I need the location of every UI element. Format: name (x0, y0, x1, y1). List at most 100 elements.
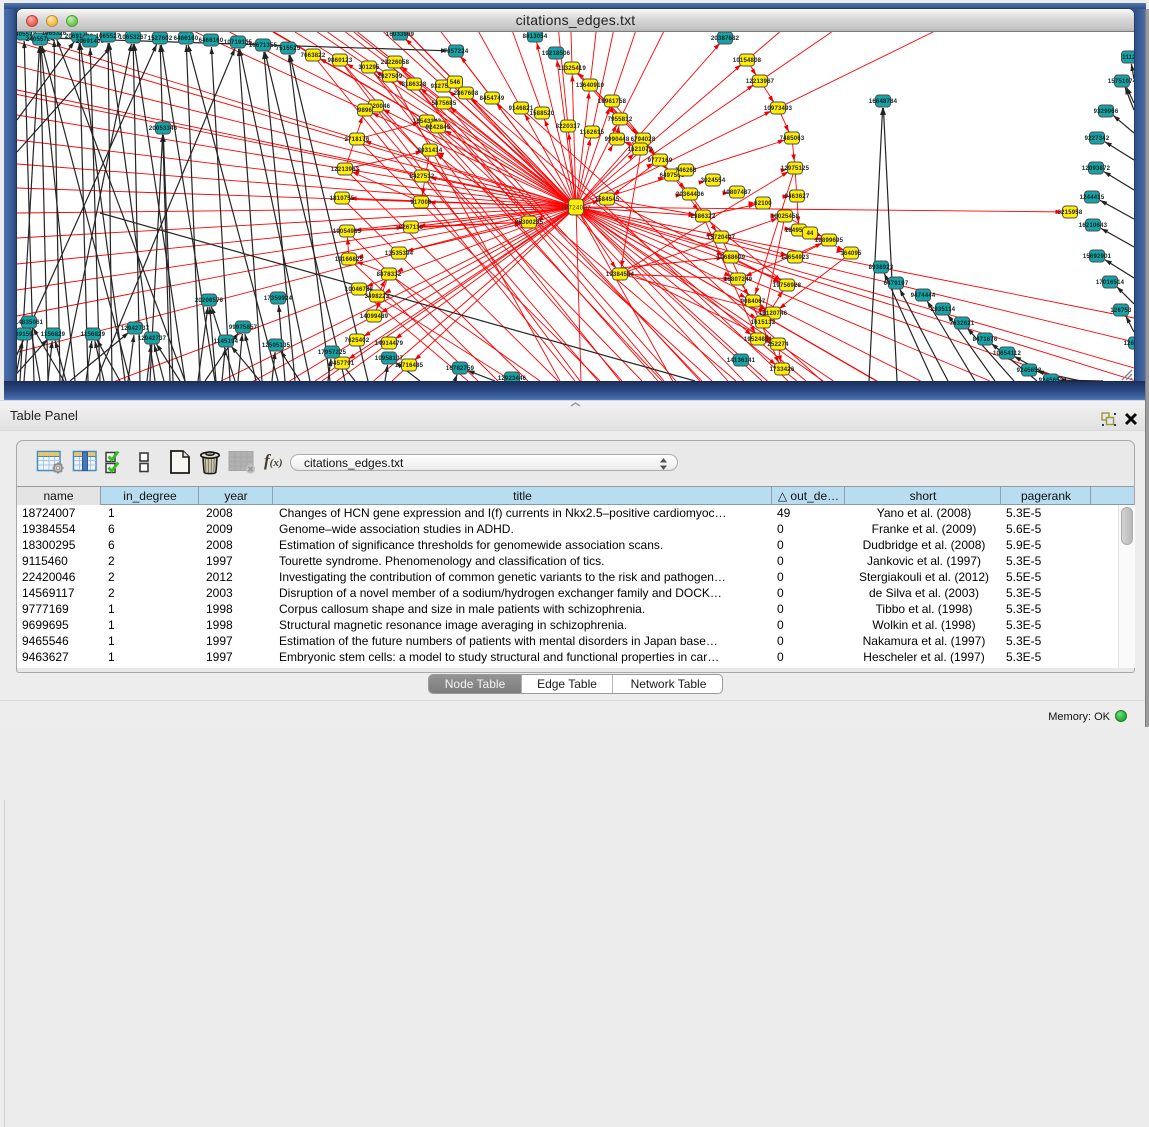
svg-text:1527602: 1527602 (148, 36, 173, 42)
svg-text:19384554: 19384554 (606, 272, 635, 278)
svg-text:10688609: 10688609 (717, 255, 746, 261)
svg-text:746266: 746266 (675, 168, 697, 174)
svg-text:1065527: 1065527 (96, 34, 121, 40)
svg-text:6466160: 6466160 (199, 38, 224, 44)
svg-text:5675685: 5675685 (432, 101, 457, 107)
svg-text:917006: 917006 (410, 200, 432, 206)
svg-text:20053346: 20053346 (149, 126, 178, 132)
svg-text:1065326: 1065326 (42, 32, 67, 37)
svg-text:16961758: 16961758 (598, 99, 627, 105)
svg-text:9860123: 9860123 (328, 58, 353, 64)
svg-text:18724007: 18724007 (561, 206, 591, 212)
svg-text:14835061: 14835061 (17, 320, 44, 326)
svg-text:2718176: 2718176 (345, 137, 370, 143)
svg-text:99975857: 99975857 (229, 325, 258, 331)
svg-text:10671355: 10671355 (249, 43, 278, 49)
svg-text:164095: 164095 (840, 251, 862, 257)
svg-text:17016514: 17016514 (1096, 280, 1125, 286)
svg-text:9227342: 9227342 (1085, 136, 1110, 142)
svg-text:1584545: 1584545 (595, 197, 620, 203)
svg-text:8031414: 8031414 (418, 148, 443, 154)
svg-text:8813054: 8813054 (523, 34, 548, 40)
svg-text:3024554: 3024554 (701, 178, 726, 184)
svg-text:7625402: 7625402 (345, 338, 370, 344)
svg-text:10654112: 10654112 (993, 351, 1021, 357)
svg-text:15692901: 15692901 (1083, 254, 1112, 260)
svg-text:9329966: 9329966 (1094, 109, 1119, 115)
svg-text:10899695: 10899695 (815, 238, 844, 244)
svg-text:3215958: 3215958 (1058, 210, 1083, 216)
svg-text:1733426: 1733426 (770, 367, 795, 373)
svg-text:62100: 62100 (754, 201, 772, 207)
svg-text:14099489: 14099489 (360, 314, 389, 320)
svg-text:8220317: 8220317 (556, 124, 581, 130)
svg-text:10154808: 10154808 (733, 58, 762, 64)
svg-text:15720407: 15720407 (707, 235, 736, 241)
svg-text:10653267: 10653267 (119, 35, 148, 41)
svg-text:12923446: 12923446 (498, 376, 527, 381)
svg-text:23226058: 23226058 (381, 60, 410, 66)
svg-text:13535394: 13535394 (385, 251, 414, 257)
svg-text:546: 546 (450, 80, 461, 86)
svg-text:15751074: 15751074 (1108, 79, 1134, 85)
svg-text:2386322: 2386322 (691, 214, 716, 220)
svg-text:12942737: 12942737 (138, 336, 167, 342)
svg-text:14914479: 14914479 (375, 341, 404, 347)
svg-text:12093872: 12093872 (1082, 166, 1111, 172)
svg-text:9990448: 9990448 (605, 137, 630, 143)
svg-text:16648784: 16648784 (869, 99, 898, 105)
svg-text:12975125: 12975125 (781, 166, 810, 172)
svg-text:11325419: 11325419 (558, 66, 586, 72)
svg-text:9474444: 9474444 (911, 293, 936, 299)
svg-text:10973493: 10973493 (764, 106, 793, 112)
svg-text:10958107: 10958107 (375, 356, 404, 362)
svg-text:16210643: 16210643 (1079, 223, 1108, 229)
svg-text:13640910: 13640910 (576, 83, 605, 89)
svg-text:7955812: 7955812 (608, 117, 633, 123)
svg-text:126753: 126753 (1110, 308, 1132, 314)
svg-text:8427512: 8427512 (410, 174, 435, 180)
svg-text:9245652: 9245652 (1017, 368, 1042, 374)
svg-text:12942737: 12942737 (121, 326, 150, 332)
svg-text:20364436: 20364436 (676, 192, 705, 198)
svg-text:10025458: 10025458 (771, 214, 800, 220)
svg-text:7632621: 7632621 (950, 321, 975, 327)
svg-text:8454749: 8454749 (480, 96, 505, 102)
svg-text:7357224: 7357224 (444, 49, 469, 55)
svg-text:252274: 252274 (767, 342, 789, 348)
svg-text:301295: 301295 (358, 65, 380, 71)
svg-text:9457791: 9457791 (330, 361, 355, 367)
svg-text:19756928: 19756928 (773, 283, 802, 289)
svg-text:12213963: 12213963 (331, 167, 360, 173)
svg-text:17359924: 17359924 (264, 296, 293, 302)
svg-text:8878332: 8878332 (377, 272, 402, 278)
svg-text:1267534: 1267534 (1124, 341, 1134, 347)
svg-text:44: 44 (806, 231, 814, 237)
svg-text:20206576: 20206576 (195, 298, 224, 304)
svg-text:6794028: 6794028 (631, 137, 656, 143)
svg-text:1244415: 1244415 (1080, 195, 1105, 201)
svg-text:8186328: 8186328 (402, 82, 427, 88)
svg-text:39159: 39159 (17, 332, 33, 338)
svg-text:2827509: 2827509 (378, 74, 403, 80)
svg-text:18807249: 18807249 (724, 277, 753, 283)
svg-text:19218506: 19218506 (542, 51, 571, 57)
svg-text:20387682: 20387682 (711, 36, 740, 42)
svg-text:6466160: 6466160 (174, 36, 199, 42)
svg-text:1112: 1112 (1122, 55, 1134, 61)
svg-text:16033809: 16033809 (386, 32, 415, 38)
svg-text:12213967: 12213967 (746, 79, 775, 85)
svg-text:25300235: 25300235 (515, 220, 544, 226)
svg-text:19166825: 19166825 (335, 257, 364, 263)
svg-text:13654923: 13654923 (781, 255, 810, 261)
svg-text:15716485: 15716485 (395, 363, 424, 369)
svg-text:7515525: 7515525 (276, 46, 301, 52)
svg-text:2867608: 2867608 (454, 91, 479, 97)
svg-text:1145194: 1145194 (214, 339, 239, 345)
svg-text:2935114: 2935114 (931, 307, 956, 313)
svg-text:9463627: 9463627 (785, 194, 810, 200)
svg-text:3498222: 3498222 (365, 294, 390, 300)
svg-text:1156829: 1156829 (81, 332, 106, 338)
svg-text:7485063: 7485063 (780, 136, 805, 142)
svg-text:1162615: 1162615 (580, 130, 605, 136)
